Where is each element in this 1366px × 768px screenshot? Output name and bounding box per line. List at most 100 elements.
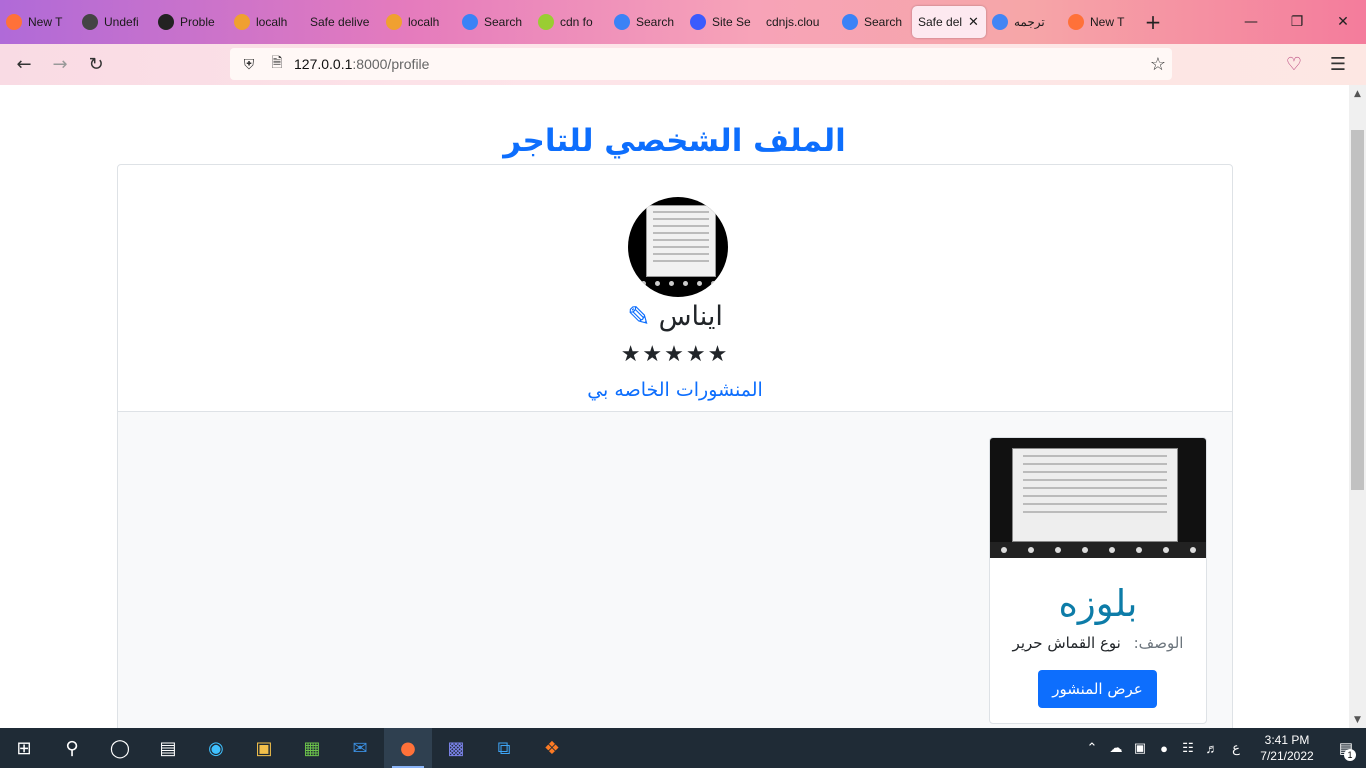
onedrive-icon[interactable]: ☁ — [1104, 740, 1128, 756]
notification-count: 1 — [1344, 749, 1356, 761]
chevron-up-icon[interactable]: ⌃ — [1080, 740, 1104, 756]
page-scrollbar[interactable]: ▲ ▼ — [1349, 85, 1366, 728]
shield-icon[interactable]: ⛨ — [238, 56, 260, 73]
pma-icon — [234, 14, 250, 30]
rating-stars: ★★★★★ — [620, 342, 730, 367]
browser-tab[interactable]: cdn fo — [532, 6, 608, 38]
profile-card: ايناس ✎ ★★★★★ المنشورات الخاصه بي بلوزه … — [117, 164, 1233, 728]
scroll-thumb[interactable] — [1351, 130, 1364, 490]
merchant-name-row: ايناس ✎ — [118, 300, 1232, 333]
close-tab-icon[interactable]: ✕ — [968, 14, 979, 30]
post-title: بلوزه — [1058, 582, 1138, 625]
browser-tab[interactable]: localh — [380, 6, 456, 38]
file-explorer-icon[interactable]: ▣ — [240, 728, 288, 768]
volume-icon[interactable]: ♬ — [1200, 741, 1224, 756]
browser-tab-label: ترجمه — [1014, 15, 1045, 29]
bookmark-star-icon[interactable]: ☆ — [1150, 54, 1166, 75]
star-logo-icon — [538, 14, 554, 30]
scroll-up-icon[interactable]: ▲ — [1349, 85, 1366, 102]
my-posts-link[interactable]: المنشورات الخاصه بي — [118, 379, 1232, 401]
input-language[interactable]: ع — [1224, 740, 1248, 756]
browser-tab[interactable]: Safe delive — [304, 6, 380, 38]
system-tray: ⌃ ☁ ▣ ● ☷ ♬ ع 3:41 PM 7/21/2022 ▤ 1 — [1080, 728, 1366, 768]
meet-now-icon[interactable]: ▣ — [1128, 740, 1152, 756]
browser-tab[interactable]: cdnjs.clou — [760, 6, 836, 38]
avatar — [628, 197, 728, 297]
browser-tab-bar: New T Undefi Proble localh Safe delive localh… — [0, 0, 1366, 44]
firefox-icon — [6, 14, 22, 30]
url-host: 127.0.0.1 — [294, 56, 353, 72]
flag-icon — [842, 14, 858, 30]
browser-tab[interactable]: Site Se — [684, 6, 760, 38]
back-arrow-icon[interactable]: ← — [6, 49, 42, 81]
search-icon[interactable]: ⚲ — [48, 728, 96, 768]
browser-tab-label: Safe delive — [310, 15, 370, 29]
network-icon[interactable]: ☷ — [1176, 740, 1200, 756]
windows-taskbar: ⊞ ⚲ ◯ ▤ ◉ ▣ ▦ ✉ ● ▩ ⧉ ❖ ⌃ ☁ ▣ ● ☷ ♬ ع 3:… — [0, 728, 1366, 768]
pencil-icon — [82, 14, 98, 30]
scroll-down-icon[interactable]: ▼ — [1349, 711, 1366, 728]
browser-tab-label: Safe del — [918, 15, 963, 29]
vscode-icon[interactable]: ⧉ — [480, 728, 528, 768]
browser-tab-label: cdn fo — [560, 15, 593, 29]
posts-area: بلوزه الوصف: نوع القماش حرير عرض المنشور — [118, 411, 1232, 728]
microphone-icon[interactable]: ● — [1152, 741, 1176, 756]
address-bar[interactable]: ⛨ 🗎 127.0.0.1:8000/profile ☆ — [230, 48, 1172, 80]
page-viewport: الملف الشخصي للتاجر ايناس ✎ ★★★★★ المنشو… — [0, 85, 1366, 728]
browser-tab[interactable]: Search — [608, 6, 684, 38]
browser-tab-label: Search — [636, 15, 675, 29]
browser-tab-label: Search — [864, 15, 903, 29]
edit-icon[interactable]: ✎ — [627, 300, 650, 333]
new-tab-button[interactable]: + — [1138, 7, 1168, 37]
clock[interactable]: 3:41 PM 7/21/2022 — [1248, 732, 1326, 764]
restore-icon[interactable]: ❐ — [1274, 0, 1320, 44]
mail-icon[interactable]: ✉ — [336, 728, 384, 768]
minimize-icon[interactable]: — — [1228, 0, 1274, 44]
google-icon — [992, 14, 1008, 30]
close-icon[interactable]: ✕ — [1320, 0, 1366, 44]
site-icon — [690, 14, 706, 30]
browser-tab-label: Undefi — [104, 15, 139, 29]
browser-tab-label: cdnjs.clou — [766, 15, 820, 29]
clock-time: 3:41 PM — [1264, 733, 1310, 747]
browser-tab-label: Search — [484, 15, 523, 29]
forward-arrow-icon[interactable]: → — [42, 49, 78, 81]
browser-tab[interactable]: Search — [456, 6, 532, 38]
browser-tab[interactable]: New T — [1062, 6, 1138, 38]
clock-date: 7/21/2022 — [1260, 749, 1314, 763]
xampp-icon[interactable]: ❖ — [528, 728, 576, 768]
browser-tab[interactable]: Undefi — [76, 6, 152, 38]
browser-tab[interactable]: Safe del ✕ — [912, 6, 986, 38]
pma-icon — [386, 14, 402, 30]
browser-tab-label: localh — [256, 15, 288, 29]
edge-icon[interactable]: ◉ — [192, 728, 240, 768]
browser-tab-label: New T — [28, 15, 63, 29]
reload-icon[interactable]: ↻ — [78, 49, 114, 81]
browser-tab-label: New T — [1090, 15, 1125, 29]
store-icon[interactable]: ▦ — [288, 728, 336, 768]
description-value: نوع القماش حرير — [1012, 634, 1121, 652]
browser-tab[interactable]: Proble — [152, 6, 228, 38]
browser-tab[interactable]: localh — [228, 6, 304, 38]
description-label: الوصف: — [1133, 634, 1184, 652]
browser-tab[interactable]: New T — [0, 6, 76, 38]
view-post-button[interactable]: عرض المنشور — [1038, 670, 1157, 708]
browser-nav-bar: ← → ↻ ⛨ 🗎 127.0.0.1:8000/profile ☆ ♡ ☰ — [0, 44, 1366, 85]
browser-tab-label: Site Se — [712, 15, 751, 29]
task-view-icon[interactable]: ▤ — [144, 728, 192, 768]
notification-icon[interactable]: ▤ 1 — [1326, 739, 1366, 761]
tab-strip: New T Undefi Proble localh Safe delive localh… — [0, 0, 1138, 44]
menu-icon[interactable]: ☰ — [1320, 48, 1356, 80]
windows-start-icon[interactable]: ⊞ — [0, 728, 48, 768]
browser-tab-label: localh — [408, 15, 440, 29]
flag-icon — [614, 14, 630, 30]
toolbar-right: ♡ ☰ — [1276, 48, 1356, 80]
pocket-icon[interactable]: ♡ — [1276, 48, 1312, 80]
avatar-screenshot — [646, 205, 716, 277]
firefox-icon[interactable]: ● — [384, 728, 432, 768]
post-image[interactable] — [990, 438, 1206, 558]
browser-tab[interactable]: ترجمه — [986, 6, 1062, 38]
cortana-icon[interactable]: ◯ — [96, 728, 144, 768]
browser-tab[interactable]: Search — [836, 6, 912, 38]
teams-icon[interactable]: ▩ — [432, 728, 480, 768]
